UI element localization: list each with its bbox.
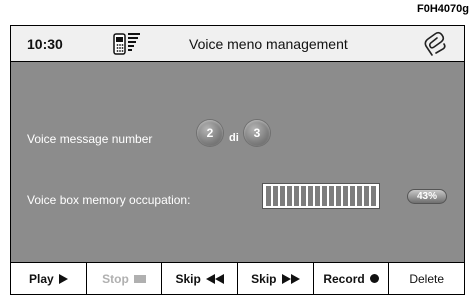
memory-meter-segment <box>301 186 306 206</box>
phone-signal-icon <box>113 33 140 55</box>
play-button[interactable]: Play <box>11 263 87 294</box>
message-number-label: Voice message number <box>27 132 153 146</box>
memory-meter-segment <box>336 186 341 206</box>
control-button-bar: Play Stop Skip Skip Record Delete <box>11 262 464 294</box>
paperclip-icon <box>424 31 446 56</box>
stop-button-label: Stop <box>102 271 129 286</box>
memory-meter <box>262 183 380 209</box>
record-button-label: Record <box>323 271 365 286</box>
screen-title: Voice meno management <box>189 36 348 52</box>
skip-forward-button[interactable]: Skip <box>238 263 314 294</box>
of-separator: di <box>229 132 239 144</box>
memory-meter-segment <box>364 186 369 206</box>
clock-time: 10:30 <box>27 36 63 52</box>
rewind-icon <box>205 273 224 284</box>
memory-occupation-label: Voice box memory occupation: <box>27 193 191 207</box>
stop-icon <box>133 274 146 283</box>
memory-meter-segment <box>266 186 271 206</box>
memory-meter-segment <box>294 186 299 206</box>
current-message-badge: 2 <box>197 120 223 146</box>
memory-meter-segment <box>280 186 285 206</box>
memory-meter-segment <box>273 186 278 206</box>
record-button[interactable]: Record <box>314 263 390 294</box>
memory-meter-segment <box>308 186 313 206</box>
display-screen: 10:30 Voice meno management Voice messag… <box>10 25 465 295</box>
total-messages-badge: 3 <box>244 120 270 146</box>
memory-meter-segment <box>357 186 362 206</box>
record-icon <box>369 274 379 283</box>
play-icon <box>58 273 68 284</box>
delete-button[interactable]: Delete <box>389 263 464 294</box>
memory-meter-segment <box>343 186 348 206</box>
skip-forward-button-label: Skip <box>251 271 277 286</box>
skip-back-button-label: Skip <box>175 271 201 286</box>
title-bar: 10:30 Voice meno management <box>11 26 464 62</box>
memory-meter-segment <box>371 186 376 206</box>
memory-meter-segment <box>322 186 327 206</box>
memory-meter-segment <box>287 186 292 206</box>
delete-button-label: Delete <box>409 271 445 286</box>
play-button-label: Play <box>28 271 54 286</box>
memory-meter-segment <box>329 186 334 206</box>
fast-forward-icon <box>281 273 300 284</box>
skip-back-button[interactable]: Skip <box>162 263 239 294</box>
figure-code: F0H4070g <box>417 3 469 15</box>
memory-percent-badge: 43% <box>407 189 447 204</box>
memory-meter-segment <box>350 186 355 206</box>
stop-button[interactable]: Stop <box>87 263 163 294</box>
memory-meter-segment <box>315 186 320 206</box>
